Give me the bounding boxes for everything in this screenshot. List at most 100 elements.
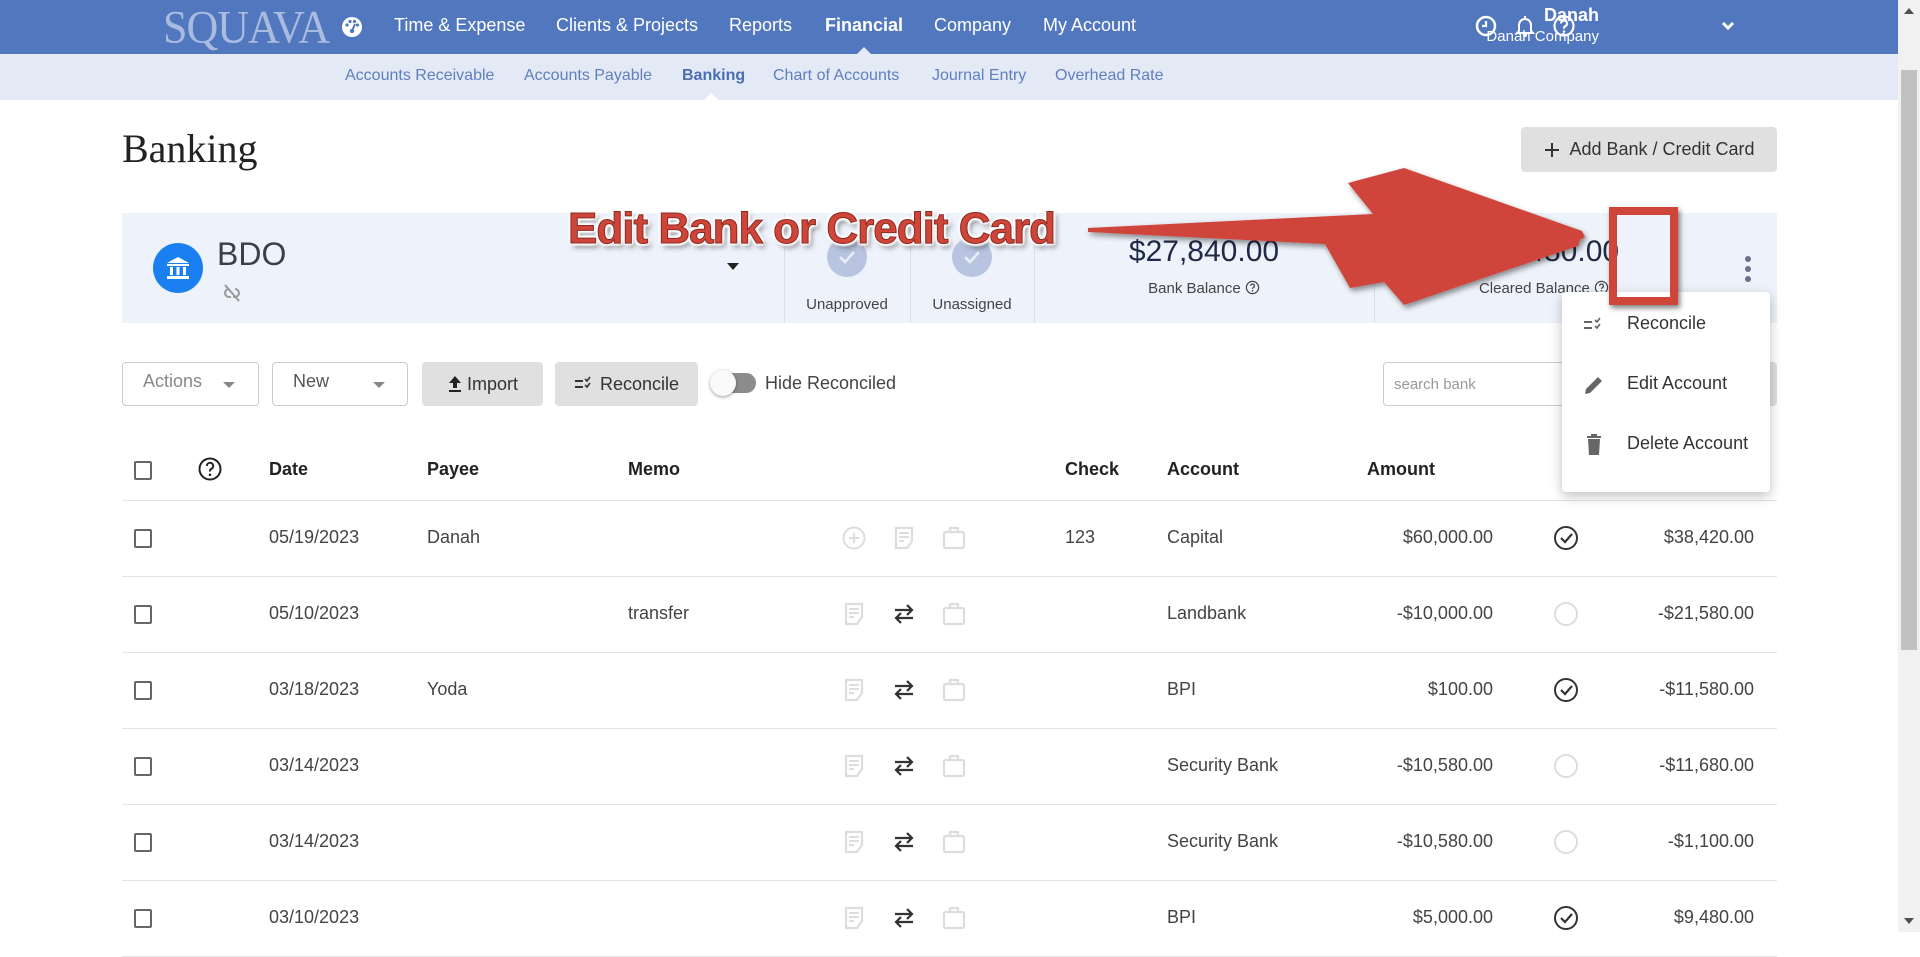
menu-item-label: Delete Account — [1627, 433, 1749, 453]
nav-reports[interactable]: Reports — [729, 15, 792, 36]
active-subnav-indicator — [704, 93, 718, 100]
scroll-thumb[interactable] — [1901, 70, 1917, 650]
reconcile-button[interactable]: Reconcile — [555, 362, 698, 406]
column-header-account[interactable]: Account — [1167, 459, 1239, 480]
row-date: 05/10/2023 — [269, 603, 360, 623]
stat-unapproved-label: Unapproved — [806, 296, 888, 313]
menu-item-reconcile[interactable]: Reconcile — [1562, 295, 1770, 355]
dashboard-icon[interactable] — [340, 14, 364, 38]
transfer-icon[interactable] — [891, 601, 917, 627]
row-checkbox[interactable] — [134, 909, 152, 928]
note-icon[interactable] — [891, 525, 917, 551]
toggle-knob — [710, 370, 736, 396]
plus-icon — [1545, 142, 1560, 157]
note-icon[interactable] — [841, 677, 867, 703]
subnav-banking[interactable]: Banking — [682, 67, 745, 85]
row-date: 03/18/2023 — [269, 679, 360, 699]
pencil-icon — [1585, 377, 1602, 394]
new-dropdown[interactable]: New — [272, 362, 408, 406]
transfer-icon[interactable] — [891, 753, 917, 779]
subnav-journal-entry[interactable]: Journal Entry — [932, 67, 1026, 85]
note-icon[interactable] — [841, 905, 867, 931]
help-icon[interactable] — [197, 456, 223, 482]
vertical-scrollbar[interactable] — [1898, 0, 1920, 932]
row-checkbox[interactable] — [134, 757, 152, 776]
help-icon[interactable] — [1245, 280, 1260, 295]
squava-logo[interactable]: SQUAVA — [163, 1, 330, 55]
row-checkbox[interactable] — [134, 529, 152, 548]
new-label: New — [293, 371, 330, 391]
row-divider — [122, 652, 1777, 653]
note-icon[interactable] — [841, 601, 867, 627]
row-date: 03/14/2023 — [269, 831, 360, 851]
row-account: Capital — [1167, 527, 1224, 547]
search-bank-input[interactable] — [1383, 362, 1577, 406]
hide-reconciled-toggle[interactable] — [710, 370, 756, 396]
row-divider — [122, 500, 1777, 501]
briefcase-icon[interactable] — [941, 905, 967, 931]
row-account: BPI — [1167, 907, 1197, 927]
scroll-down-arrow[interactable] — [1904, 918, 1914, 924]
row-checkbox[interactable] — [134, 605, 152, 624]
select-all-checkbox[interactable] — [134, 461, 152, 480]
note-icon[interactable] — [841, 753, 867, 779]
bank-balance-label: Bank Balance — [1148, 280, 1241, 297]
more-options-icon[interactable] — [1738, 251, 1758, 287]
subnav-chart-of-accounts[interactable]: Chart of Accounts — [773, 67, 899, 85]
nav-financial[interactable]: Financial — [825, 15, 903, 36]
briefcase-icon[interactable] — [941, 753, 967, 779]
briefcase-icon[interactable] — [941, 601, 967, 627]
reconcile-label: Reconcile — [599, 373, 680, 394]
add-bank-credit-card-button[interactable]: Add Bank / Credit Card — [1521, 127, 1777, 172]
note-icon[interactable] — [841, 829, 867, 855]
row-balance: -$11,580.00 — [1659, 679, 1754, 699]
scroll-up-arrow[interactable] — [1904, 8, 1914, 14]
briefcase-icon[interactable] — [941, 525, 967, 551]
nav-time-expense[interactable]: Time & Expense — [394, 15, 525, 36]
row-divider — [122, 576, 1777, 577]
nav-my-account[interactable]: My Account — [1043, 15, 1136, 36]
import-button[interactable]: Import — [422, 362, 543, 406]
row-divider — [122, 804, 1777, 805]
upload-icon — [448, 376, 461, 392]
row-memo: transfer — [628, 603, 690, 623]
row-date: 03/10/2023 — [269, 907, 360, 927]
transfer-icon[interactable] — [891, 905, 917, 931]
row-account: BPI — [1167, 679, 1197, 699]
row-divider — [122, 880, 1777, 881]
subnav-accounts-payable[interactable]: Accounts Payable — [524, 67, 652, 85]
column-header-date[interactable]: Date — [269, 459, 308, 480]
menu-item-delete-account[interactable]: Delete Account — [1562, 415, 1770, 475]
add-bank-label: Add Bank / Credit Card — [1569, 139, 1755, 159]
briefcase-icon[interactable] — [941, 677, 967, 703]
column-header-check[interactable]: Check — [1065, 459, 1119, 480]
bank-select-dropdown[interactable] — [727, 263, 739, 270]
transfer-icon[interactable] — [891, 829, 917, 855]
subnav-accounts-receivable[interactable]: Accounts Receivable — [345, 67, 494, 85]
add-circle-icon[interactable] — [841, 525, 867, 551]
row-balance: -$11,680.00 — [1659, 755, 1754, 775]
subnav-overhead-rate[interactable]: Overhead Rate — [1055, 67, 1164, 85]
menu-item-edit-account[interactable]: Edit Account — [1562, 355, 1770, 415]
column-header-memo[interactable]: Memo — [628, 459, 680, 480]
bank-balance-value: $27,840.00 — [1128, 235, 1280, 268]
briefcase-icon[interactable] — [941, 829, 967, 855]
row-amount: -$10,580.00 — [1396, 831, 1493, 851]
row-account: Landbank — [1167, 603, 1247, 623]
column-header-amount[interactable]: Amount — [1367, 459, 1435, 480]
transfer-icon[interactable] — [891, 677, 917, 703]
user-name[interactable]: Danah — [1544, 5, 1599, 26]
column-header-payee[interactable]: Payee — [427, 459, 479, 480]
row-checkbox[interactable] — [134, 833, 152, 852]
nav-company[interactable]: Company — [934, 15, 1011, 36]
nav-clients-projects[interactable]: Clients & Projects — [556, 15, 698, 36]
chevron-down-icon[interactable] — [1720, 18, 1736, 34]
row-checkbox[interactable] — [134, 681, 152, 700]
user-company[interactable]: Danah Company — [1486, 28, 1599, 45]
actions-dropdown[interactable]: Actions — [122, 362, 259, 406]
row-date: 05/19/2023 — [269, 527, 360, 547]
import-label: Import — [466, 373, 518, 394]
row-amount: $100.00 — [1427, 679, 1493, 699]
row-account: Security Bank — [1167, 755, 1279, 775]
caret-down-icon — [223, 382, 235, 388]
